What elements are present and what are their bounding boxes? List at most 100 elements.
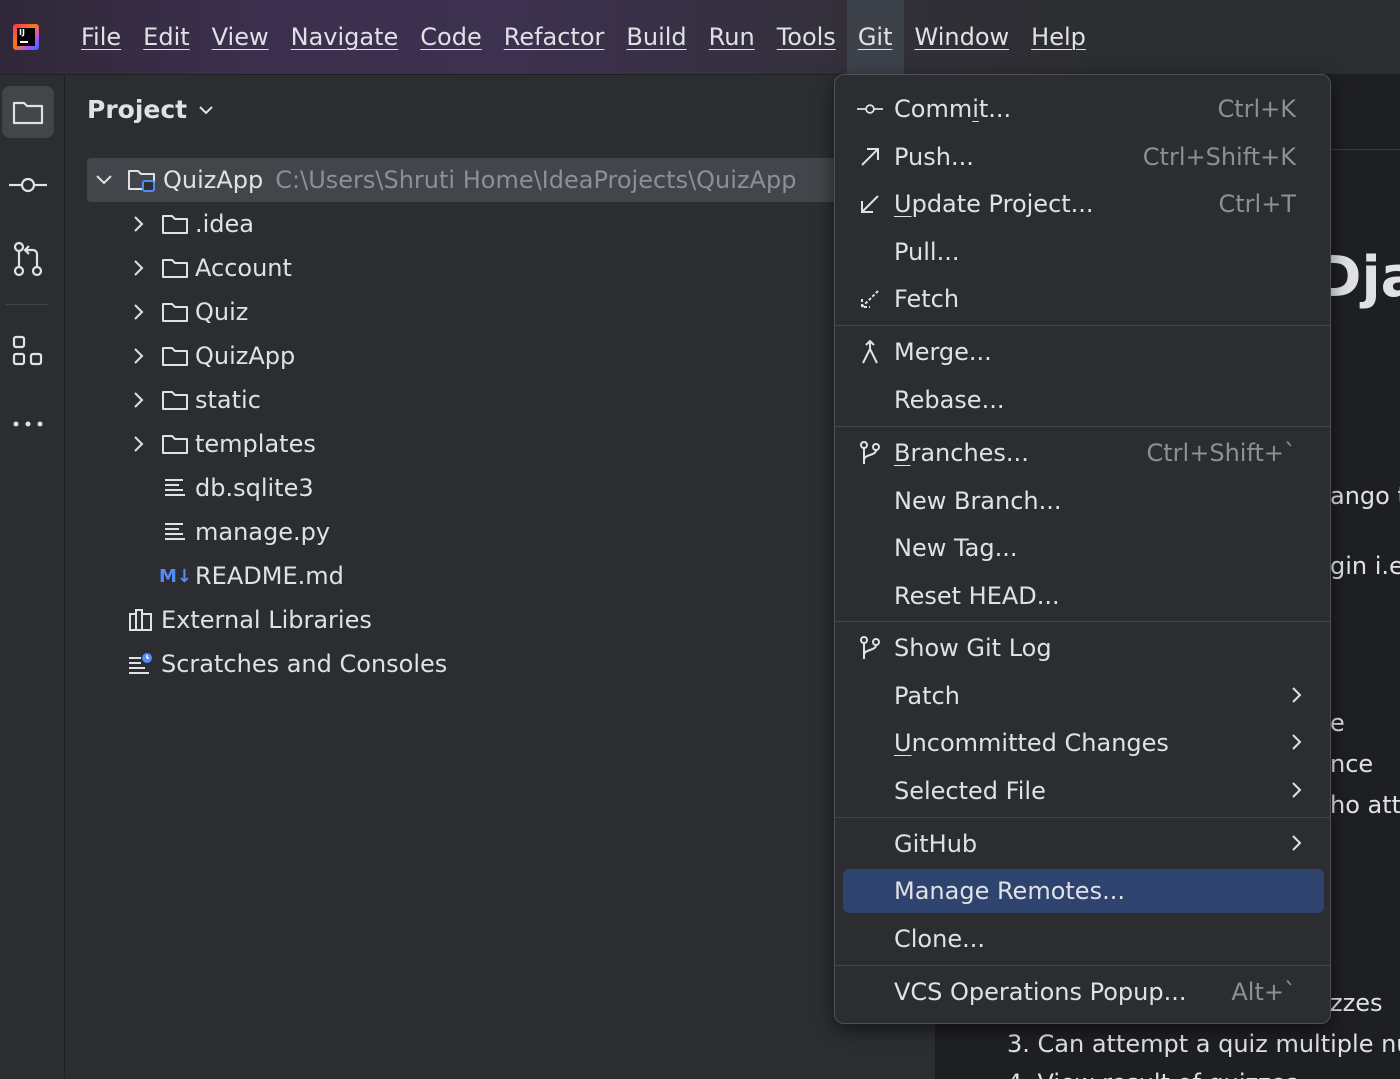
menu-item-label: Pull... bbox=[894, 238, 960, 266]
menu-item-commit[interactable]: Commit... Ctrl+K bbox=[835, 86, 1330, 132]
project-tool-button[interactable] bbox=[2, 86, 54, 138]
structure-icon bbox=[12, 335, 43, 366]
menu-item-show-git-log[interactable]: Show Git Log bbox=[835, 625, 1330, 671]
menu-item-manage-remotes[interactable]: Manage Remotes... bbox=[843, 869, 1324, 913]
commit-icon bbox=[9, 177, 47, 193]
menu-tools[interactable]: Tools bbox=[766, 0, 847, 74]
menu-item-rebase[interactable]: Rebase... bbox=[835, 377, 1330, 423]
menu-bar: IJ File Edit View Navigate Code Refactor… bbox=[0, 0, 1400, 75]
menu-separator bbox=[835, 426, 1330, 427]
menu-item-clone[interactable]: Clone... bbox=[835, 916, 1330, 962]
tree-file-manage-py[interactable]: manage.py bbox=[161, 510, 330, 554]
tree-file-db-sqlite3[interactable]: db.sqlite3 bbox=[161, 466, 314, 510]
menu-item-label: Rebase... bbox=[894, 386, 1005, 414]
menu-code[interactable]: Code bbox=[409, 0, 492, 74]
main-menu: File Edit View Navigate Code Refactor Bu… bbox=[70, 0, 1097, 74]
menu-item-reset-head[interactable]: Reset HEAD... bbox=[835, 573, 1330, 619]
menu-separator bbox=[835, 621, 1330, 622]
tree-folder-static[interactable]: static bbox=[127, 378, 261, 422]
tree-scratches-consoles[interactable]: Scratches and Consoles bbox=[127, 642, 447, 686]
tree-folder-quiz[interactable]: Quiz bbox=[127, 290, 248, 334]
shortcut: Ctrl+T bbox=[1218, 190, 1296, 218]
menu-item-uncommitted-changes[interactable]: Uncommitted Changes bbox=[835, 720, 1330, 766]
menu-item-label: Show Git Log bbox=[894, 634, 1052, 662]
tree-folder-account[interactable]: Account bbox=[127, 246, 292, 290]
menu-item-selected-file[interactable]: Selected File bbox=[835, 768, 1330, 814]
folder-label: templates bbox=[195, 430, 316, 458]
menu-build[interactable]: Build bbox=[615, 0, 697, 74]
folder-label: Account bbox=[195, 254, 292, 282]
folder-icon bbox=[12, 101, 44, 125]
folder-icon bbox=[162, 259, 188, 278]
menu-edit[interactable]: Edit bbox=[132, 0, 200, 74]
shortcut: Ctrl+Shift+` bbox=[1146, 439, 1296, 467]
menu-help[interactable]: Help bbox=[1020, 0, 1097, 74]
tree-external-libraries[interactable]: External Libraries bbox=[127, 598, 372, 642]
menu-refactor[interactable]: Refactor bbox=[493, 0, 616, 74]
menu-item-patch[interactable]: Patch bbox=[835, 673, 1330, 719]
chevron-right-icon bbox=[1292, 835, 1302, 851]
mnemonic: U bbox=[894, 190, 912, 218]
menu-item-merge[interactable]: Merge... bbox=[835, 329, 1330, 375]
menu-item-pull[interactable]: Pull... bbox=[835, 229, 1330, 275]
chevron-right-icon[interactable] bbox=[127, 301, 149, 323]
menu-view[interactable]: View bbox=[201, 0, 280, 74]
more-tools-button[interactable] bbox=[2, 398, 54, 450]
chevron-right-icon[interactable] bbox=[127, 345, 149, 367]
tree-folder-templates[interactable]: templates bbox=[127, 422, 316, 466]
menu-item-github[interactable]: GitHub bbox=[835, 821, 1330, 867]
menu-item-fetch[interactable]: Fetch bbox=[835, 276, 1330, 322]
pull-request-icon bbox=[13, 241, 43, 277]
menu-item-label: VCS Operations Popup... bbox=[894, 978, 1187, 1006]
editor-line: nce bbox=[1330, 750, 1374, 778]
folder-label: Quiz bbox=[195, 298, 249, 326]
mnemonic: i bbox=[972, 95, 979, 123]
menu-git[interactable]: Git bbox=[846, 0, 904, 74]
menu-item-label: Fetch bbox=[894, 285, 960, 313]
menu-item-new-branch[interactable]: New Branch... bbox=[835, 478, 1330, 524]
menu-item-label: Push... bbox=[894, 143, 974, 171]
intellij-logo-icon[interactable]: IJ bbox=[13, 24, 39, 50]
tree-folder-idea[interactable]: .idea bbox=[127, 202, 254, 246]
chevron-right-icon[interactable] bbox=[127, 213, 149, 235]
git-menu-dropdown: Commit... Ctrl+K Push... Ctrl+Shift+K Up… bbox=[834, 74, 1331, 1024]
folder-label: QuizApp bbox=[195, 342, 296, 370]
chevron-right-icon[interactable] bbox=[127, 257, 149, 279]
pull-requests-tool-button[interactable] bbox=[2, 233, 54, 285]
menu-item-label: Patch bbox=[894, 682, 960, 710]
structure-tool-button[interactable] bbox=[2, 325, 54, 377]
menu-item-vcs-operations-popup[interactable]: VCS Operations Popup... Alt+` bbox=[835, 969, 1330, 1015]
fetch-icon bbox=[861, 290, 879, 308]
menu-item-update-project[interactable]: Update Project... Ctrl+T bbox=[835, 181, 1330, 227]
folder-label: static bbox=[195, 386, 261, 414]
commit-tool-button[interactable] bbox=[2, 159, 54, 211]
project-panel: Project QuizApp C:\Users\Shruti Home\Ide… bbox=[65, 75, 935, 1079]
project-panel-header[interactable]: Project bbox=[87, 95, 215, 124]
tool-window-strip bbox=[0, 75, 65, 1079]
tree-folder-quizapp[interactable]: QuizApp bbox=[127, 334, 295, 378]
chevron-right-icon bbox=[1292, 734, 1302, 750]
label-part: ncommitted Changes bbox=[911, 729, 1169, 757]
tree-file-readme[interactable]: M↓ README.md bbox=[159, 554, 344, 598]
chevron-down-icon[interactable] bbox=[93, 169, 115, 191]
tree-root-quizapp[interactable]: QuizApp C:\Users\Shruti Home\IdeaProject… bbox=[87, 158, 873, 202]
menu-item-push[interactable]: Push... Ctrl+Shift+K bbox=[835, 134, 1330, 180]
menu-navigate[interactable]: Navigate bbox=[280, 0, 410, 74]
menu-item-label: Branches... bbox=[894, 439, 1029, 467]
chevron-right-icon[interactable] bbox=[127, 389, 149, 411]
file-label: db.sqlite3 bbox=[195, 474, 314, 502]
menu-file[interactable]: File bbox=[70, 0, 132, 74]
menu-item-label: Manage Remotes... bbox=[894, 877, 1125, 905]
text-file-icon bbox=[165, 479, 185, 496]
menu-run[interactable]: Run bbox=[698, 0, 766, 74]
menu-item-new-tag[interactable]: New Tag... bbox=[835, 525, 1330, 571]
shortcut: Alt+` bbox=[1231, 978, 1296, 1006]
menu-item-branches[interactable]: Branches... Ctrl+Shift+` bbox=[835, 430, 1330, 476]
editor-line: e bbox=[1330, 709, 1345, 737]
root-name: QuizApp bbox=[163, 166, 264, 194]
chevron-right-icon[interactable] bbox=[127, 433, 149, 455]
menu-window[interactable]: Window bbox=[904, 0, 1021, 74]
library-icon bbox=[129, 609, 152, 631]
shortcut: Ctrl+K bbox=[1217, 95, 1296, 123]
folder-icon bbox=[162, 435, 188, 454]
